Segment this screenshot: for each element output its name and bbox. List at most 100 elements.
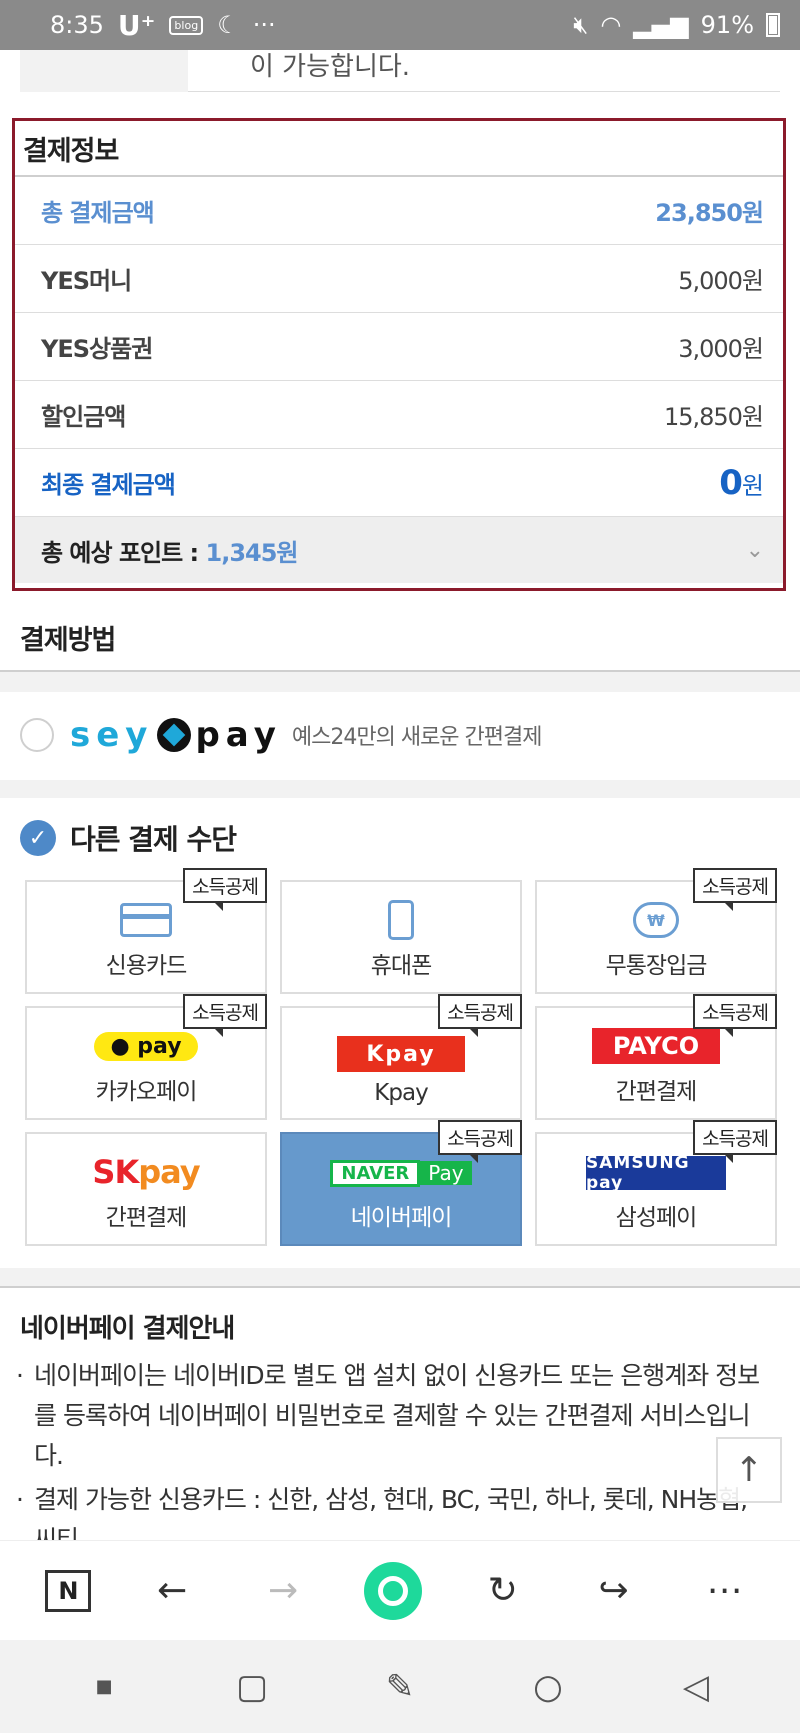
yes-giftcard-value: 3,000원	[678, 335, 764, 363]
back-icon[interactable]: ◁	[666, 1667, 726, 1707]
section-gap	[0, 672, 800, 692]
forward-arrow-icon[interactable]: →	[253, 1570, 313, 1611]
final-amount-value: 0원	[719, 462, 764, 503]
seypay-mark-icon	[157, 718, 192, 752]
option-label: 신용카드	[105, 953, 188, 979]
tax-deduction-badge: 소득공제	[183, 994, 267, 1037]
naverpay-guide-title: 네이버페이 결제안내	[20, 1314, 235, 1344]
previous-section: 이 가능합니다.	[20, 50, 780, 92]
back-arrow-icon[interactable]: ←	[142, 1570, 202, 1611]
previous-section-label-cell	[20, 50, 188, 92]
seypay-description: 예스24만의 새로운 간편결제	[291, 725, 543, 750]
total-amount-row: 총 결제금액 23,850원	[15, 177, 783, 245]
discount-row: 할인금액 15,850원	[15, 381, 783, 449]
clock: 8:35	[50, 11, 104, 39]
naverpay-logo: NAVER Pay	[330, 1156, 472, 1190]
share-icon[interactable]: ↪	[584, 1570, 644, 1611]
more-options-icon[interactable]: ⋯	[694, 1570, 754, 1611]
moon-icon: ☾	[217, 11, 239, 39]
option-label: Kpay	[374, 1080, 428, 1106]
payment-options-grid: 소득공제 신용카드 휴대폰 소득공제 ₩ 무통장입금 소득공제 ● pay 카카…	[25, 868, 777, 1246]
wifi-icon: ◠	[600, 11, 622, 39]
option-kpay[interactable]: 소득공제 Kp​ay Kpay	[280, 994, 522, 1120]
total-amount-value: 23,850원	[655, 199, 764, 227]
option-credit-card[interactable]: 소득공제 신용카드	[25, 868, 267, 994]
skpay-logo: SK pay	[92, 1153, 200, 1191]
kpay-logo: Kp​ay	[337, 1036, 465, 1072]
option-mobile-phone[interactable]: 휴대폰	[280, 880, 522, 994]
other-payment-option[interactable]: ✓ 다른 결제 수단	[20, 818, 237, 858]
option-kakaopay[interactable]: 소득공제 ● pay 카카오페이	[25, 994, 267, 1120]
option-label: 간편결제	[105, 1205, 188, 1231]
payment-info-panel: 결제정보 총 결제금액 23,850원 YES머니 5,000원 YES상품권 …	[12, 118, 786, 591]
status-bar: 8:35 U⁺ blog ☾ ··· 🔇︎ ◠ ▂▄▆ 91%	[0, 0, 800, 50]
tax-deduction-badge: 소득공제	[183, 868, 267, 911]
expected-points: 총 예상 포인트 : 1,345원	[41, 533, 299, 568]
home-icon[interactable]: ○	[518, 1667, 578, 1707]
previous-section-text: 이 가능합니다.	[250, 52, 411, 82]
final-amount-label: 최종 결제금액	[41, 471, 176, 499]
seypay-option[interactable]: sey pay 예스24만의 새로운 간편결제	[0, 690, 800, 780]
checkmark-icon[interactable]: ✓	[20, 820, 56, 856]
final-amount-unit: 원	[741, 471, 764, 500]
tax-deduction-badge: 소득공제	[438, 1120, 522, 1163]
total-amount-label: 총 결제금액	[41, 199, 155, 227]
final-amount-number: 0	[719, 462, 743, 503]
seypay-logo-right: pay	[195, 715, 282, 755]
blog-notification-icon: blog	[169, 15, 204, 35]
section-gap	[0, 780, 800, 798]
naverpay-guide-list: 네이버페이는 네이버ID로 별도 앱 설치 없이 신용카드 또는 은행계좌 정보…	[14, 1356, 774, 1564]
system-navigation-bar: ■ ▢ ✎ ○ ◁	[0, 1640, 800, 1733]
divider	[0, 1286, 800, 1288]
option-label: 무통장입금	[605, 953, 708, 979]
more-notifications: ···	[252, 11, 276, 39]
expected-points-row[interactable]: 총 예상 포인트 : 1,345원 ⌄	[15, 517, 783, 583]
final-amount-row: 최종 결제금액 0원	[15, 449, 783, 517]
naver-home-button[interactable]: N	[45, 1569, 92, 1612]
battery-icon	[766, 13, 780, 37]
phone-icon	[388, 900, 414, 940]
scroll-to-top-button[interactable]: ↑	[716, 1437, 782, 1503]
tax-deduction-badge: 소득공제	[693, 868, 777, 911]
option-naverpay[interactable]: 소득공제 NAVER Pay 네이버페이	[280, 1120, 522, 1246]
green-dot-search-button[interactable]	[363, 1561, 422, 1620]
option-label: 삼성페이	[615, 1205, 698, 1231]
option-label: 간편결제	[615, 1079, 698, 1105]
refresh-icon[interactable]: ↻	[473, 1570, 533, 1611]
option-label: 네이버페이	[350, 1205, 453, 1231]
payment-method-title: 결제방법	[20, 625, 116, 656]
option-label: 휴대폰	[370, 953, 432, 979]
recent-apps-icon[interactable]: ▢	[222, 1667, 282, 1707]
tax-deduction-badge: 소득공제	[693, 1120, 777, 1163]
payco-logo: PAYCO	[592, 1028, 720, 1064]
option-label: 카카오페이	[95, 1079, 198, 1105]
seypay-logo-left: sey	[70, 715, 154, 755]
option-skpay[interactable]: SK pay 간편결제	[25, 1132, 267, 1246]
discount-value: 15,850원	[663, 403, 764, 431]
kakaopay-logo: ● pay	[94, 1031, 198, 1061]
yes-giftcard-label: YES상품권	[41, 335, 153, 363]
payment-info-title: 결제정보	[15, 121, 783, 177]
expected-points-value: 1,345원	[205, 538, 299, 567]
browser-toolbar: N ← → ↻ ↪ ⋯	[0, 1540, 800, 1640]
carrier-label: U⁺	[117, 8, 156, 42]
credit-card-icon	[120, 903, 172, 937]
guide-item: 네이버페이는 네이버ID로 별도 앱 설치 없이 신용카드 또는 은행계좌 정보…	[14, 1356, 774, 1476]
option-bank-transfer[interactable]: 소득공제 ₩ 무통장입금	[535, 868, 777, 994]
chevron-down-icon[interactable]: ⌄	[746, 538, 764, 563]
yes-money-value: 5,000원	[678, 267, 764, 295]
other-payment-label: 다른 결제 수단	[70, 823, 237, 856]
signal-icon: ▂▄▆	[633, 11, 689, 39]
discount-label: 할인금액	[41, 403, 126, 431]
mute-icon: 🔇︎	[573, 11, 589, 39]
option-samsungpay[interactable]: 소득공제 SAMSUNG pay 삼성페이	[535, 1120, 777, 1246]
seypay-radio[interactable]	[20, 718, 54, 752]
tax-deduction-badge: 소득공제	[438, 994, 522, 1037]
option-payco[interactable]: 소득공제 PAYCO 간편결제	[535, 994, 777, 1120]
small-square-icon[interactable]: ■	[74, 1676, 134, 1697]
section-gap	[0, 1268, 800, 1286]
capture-edit-icon[interactable]: ✎	[370, 1667, 430, 1707]
samsungpay-logo: SAMSUNG pay	[586, 1153, 726, 1193]
seypay-logo: sey pay	[70, 715, 282, 755]
tax-deduction-badge: 소득공제	[693, 994, 777, 1037]
